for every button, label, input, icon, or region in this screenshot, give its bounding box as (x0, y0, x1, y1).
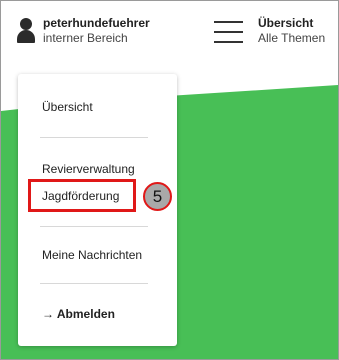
hamburger-line (214, 21, 243, 23)
highlight-box (28, 179, 136, 212)
menu-item-revierverwaltung[interactable]: Revierverwaltung (42, 162, 135, 176)
page-frame: peterhundefuehrer interner Bereich Übers… (0, 0, 339, 360)
menu-title[interactable]: Übersicht (258, 16, 313, 30)
arrow-right-icon: → (42, 307, 54, 321)
menu-item-meine-nachrichten[interactable]: Meine Nachrichten (42, 248, 142, 262)
hamburger-menu-icon[interactable] (214, 21, 243, 43)
menu-divider (40, 137, 148, 138)
header: peterhundefuehrer interner Bereich Übers… (1, 1, 338, 63)
menu-item-uebersicht[interactable]: Übersicht (42, 100, 93, 114)
step-badge: 5 (143, 182, 172, 211)
user-icon-body (17, 30, 35, 43)
hamburger-line (214, 31, 243, 33)
logout-link[interactable]: → Abmelden (42, 307, 115, 321)
menu-divider (40, 226, 148, 227)
username[interactable]: peterhundefuehrer (43, 16, 150, 30)
menu-subtitle: Alle Themen (258, 31, 326, 45)
hamburger-line (214, 41, 243, 43)
area-label: interner Bereich (43, 31, 128, 45)
logout-label: Abmelden (56, 307, 115, 321)
menu-divider (40, 283, 148, 284)
user-icon-head (20, 18, 32, 30)
user-icon[interactable] (17, 18, 35, 44)
